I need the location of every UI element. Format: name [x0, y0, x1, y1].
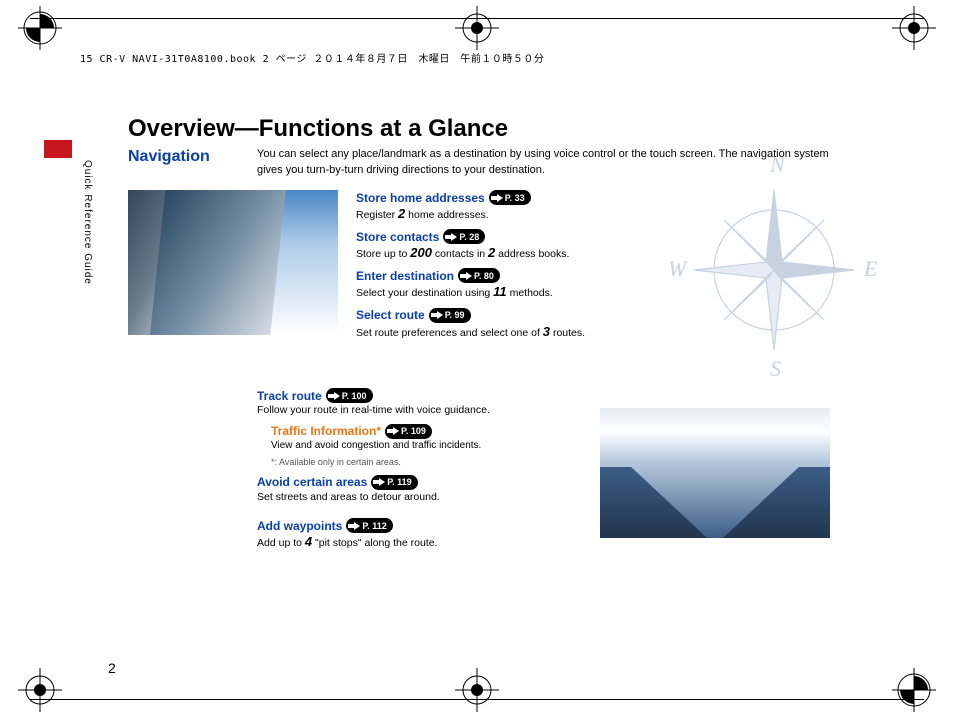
- feature-body: Set route preferences and select one of …: [356, 323, 656, 341]
- svg-text:S: S: [770, 356, 781, 380]
- document-header-line: 15 CR-V NAVI-31T0A8100.book 2 ページ ２０１４年８…: [80, 50, 544, 65]
- heading-text: Add waypoints: [257, 519, 342, 533]
- page-link-pill[interactable]: P. 28: [443, 229, 485, 244]
- crop-mark-icon: [455, 6, 499, 50]
- feature-heading: Add waypoints P. 112: [257, 518, 597, 533]
- feature-body: Set streets and areas to detour around.: [257, 490, 597, 505]
- feature-body: View and avoid congestion and traffic in…: [271, 439, 597, 453]
- feature-body: Store up to 200 contacts in 2 address bo…: [356, 244, 656, 262]
- feature-heading: Select route P. 99: [356, 308, 656, 323]
- page-link-pill[interactable]: P. 99: [429, 308, 471, 323]
- skyscraper-image: [128, 190, 338, 335]
- feature-track-route: Track route P. 100 Follow your route in …: [257, 388, 597, 418]
- feature-list-bottom: Track route P. 100 Follow your route in …: [257, 388, 597, 558]
- heading-text: Traffic Information*: [271, 424, 381, 438]
- feature-store-contacts: Store contacts P. 28 Store up to 200 con…: [356, 229, 656, 262]
- heading-text: Store contacts: [356, 230, 439, 244]
- heading-text: Track route: [257, 389, 322, 403]
- feature-heading: Traffic Information* P. 109: [271, 424, 597, 439]
- highway-image: [600, 408, 830, 538]
- feature-add-waypoints: Add waypoints P. 112 Add up to 4 "pit st…: [257, 518, 597, 551]
- section-tab: [44, 140, 72, 158]
- heading-text: Select route: [356, 308, 425, 322]
- feature-enter-destination: Enter destination P. 80 Select your dest…: [356, 268, 656, 301]
- feature-select-route: Select route P. 99 Set route preferences…: [356, 308, 656, 341]
- feature-body: Register 2 home addresses.: [356, 205, 656, 223]
- feature-heading: Track route P. 100: [257, 388, 597, 403]
- page-link-pill[interactable]: P. 112: [346, 518, 392, 533]
- page-link-pill[interactable]: P. 109: [385, 424, 432, 439]
- page-link-pill[interactable]: P. 80: [458, 268, 500, 283]
- feature-body: Select your destination using 11 methods…: [356, 283, 656, 301]
- feature-store-home: Store home addresses P. 33 Register 2 ho…: [356, 190, 656, 223]
- feature-body: Add up to 4 "pit stops" along the route.: [257, 533, 597, 551]
- traffic-note: *: Available only in certain areas.: [271, 457, 597, 467]
- feature-traffic-info: Traffic Information* P. 109 View and avo…: [271, 424, 597, 453]
- page-link-pill[interactable]: P. 119: [371, 475, 417, 490]
- compass-rose-icon: N E S W: [664, 150, 884, 380]
- svg-text:E: E: [863, 256, 878, 281]
- svg-text:N: N: [769, 152, 786, 177]
- heading-text: Enter destination: [356, 269, 454, 283]
- feature-heading: Store contacts P. 28: [356, 229, 656, 244]
- page-title: Overview—Functions at a Glance: [128, 115, 508, 143]
- crop-mark-icon: [18, 668, 62, 712]
- feature-heading: Store home addresses P. 33: [356, 190, 656, 205]
- crop-mark-icon: [892, 668, 936, 712]
- feature-body: Follow your route in real-time with voic…: [257, 403, 597, 418]
- crop-mark-icon: [892, 6, 936, 50]
- crop-mark-icon: [18, 6, 62, 50]
- feature-avoid-areas: Avoid certain areas P. 119 Set streets a…: [257, 475, 597, 505]
- feature-list-right: Store home addresses P. 33 Register 2 ho…: [356, 190, 656, 347]
- feature-heading: Avoid certain areas P. 119: [257, 475, 597, 490]
- feature-heading: Enter destination P. 80: [356, 268, 656, 283]
- page-link-pill[interactable]: P. 100: [326, 388, 373, 403]
- section-title-navigation: Navigation: [128, 148, 210, 166]
- heading-text: Store home addresses: [356, 191, 485, 205]
- page-link-pill[interactable]: P. 33: [489, 190, 531, 205]
- side-label: Quick Reference Guide: [82, 160, 93, 285]
- svg-text:W: W: [668, 256, 688, 281]
- heading-text: Avoid certain areas: [257, 475, 367, 489]
- crop-mark-icon: [455, 668, 499, 712]
- page-number: 2: [108, 660, 116, 676]
